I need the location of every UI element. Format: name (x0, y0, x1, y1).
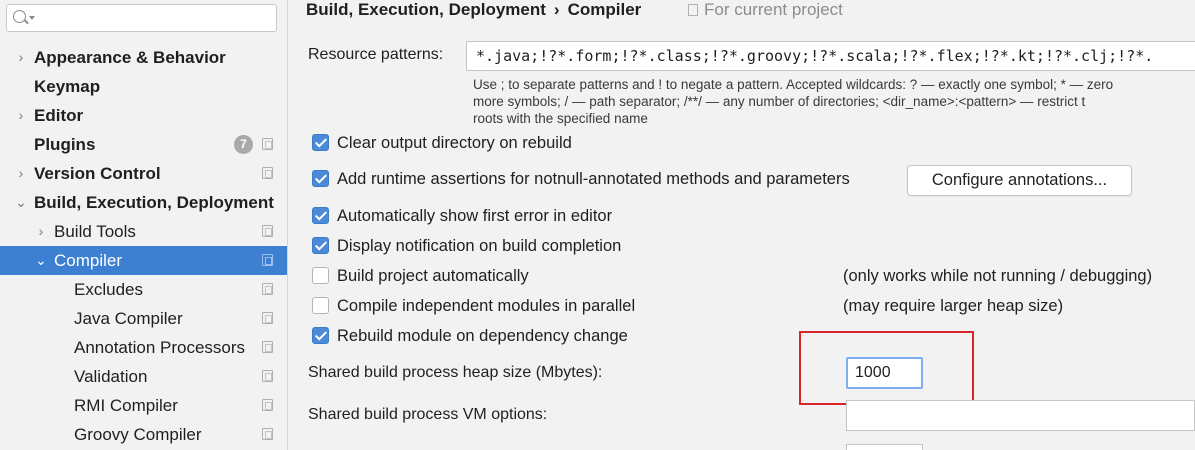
sidebar-item-plugins[interactable]: Plugins 7 (0, 130, 287, 159)
clear-output-checkbox[interactable] (312, 134, 329, 151)
sidebar-item-label: Build, Execution, Deployment (34, 193, 274, 212)
project-scope-icon (262, 312, 273, 324)
chevron-right-icon[interactable]: › (14, 159, 28, 188)
sidebar-item-label: Appearance & Behavior (34, 48, 226, 67)
clear-output-label: Clear output directory on rebuild (337, 134, 572, 152)
project-scope-icon (262, 167, 273, 179)
build-notification-checkbox[interactable] (312, 237, 329, 254)
parallel-compile-label: Compile independent modules in parallel (337, 297, 636, 315)
sidebar-item-version-control[interactable]: › Version Control (0, 159, 287, 188)
sidebar-item-appearance-behavior[interactable]: › Appearance & Behavior (0, 43, 287, 72)
sidebar-item-validation[interactable]: Validation (0, 362, 287, 391)
build-automatically-note: (only works while not running / debuggin… (843, 267, 1153, 285)
sidebar-item-build-execution-deployment[interactable]: ⌄ Build, Execution, Deployment (0, 188, 287, 217)
build-notification-label: Display notification on build completion (337, 237, 622, 255)
additional-input[interactable] (846, 444, 923, 450)
show-first-error-checkbox[interactable] (312, 207, 329, 224)
rebuild-on-dependency-label: Rebuild module on dependency change (337, 327, 628, 345)
sidebar-item-label: Java Compiler (74, 309, 183, 328)
sidebar-item-groovy-compiler[interactable]: Groovy Compiler (0, 420, 287, 449)
project-scope-icon (688, 4, 698, 16)
sidebar-item-label: Validation (74, 367, 148, 386)
breadcrumb-current: Compiler (567, 0, 642, 19)
resource-patterns-hint: roots with the specified name (473, 111, 648, 126)
sidebar-item-excludes[interactable]: Excludes (0, 275, 287, 304)
project-scope-icon (262, 254, 273, 266)
parallel-compile-checkbox[interactable] (312, 297, 329, 314)
sidebar-item-editor[interactable]: › Editor (0, 101, 287, 130)
resource-patterns-hint: Use ; to separate patterns and ! to nega… (473, 77, 1114, 92)
configure-annotations-button[interactable]: Configure annotations... (907, 165, 1132, 196)
highlight-box (799, 331, 974, 405)
compiler-settings-panel: Build, Execution, Deployment › Compiler Fo… (289, 0, 1195, 450)
sidebar-item-java-compiler[interactable]: Java Compiler (0, 304, 287, 333)
chevron-down-icon[interactable] (29, 16, 35, 20)
heap-size-label: Shared build process heap size (Mbytes): (308, 364, 603, 381)
project-scope-icon (262, 399, 273, 411)
project-scope-text: For current project (704, 0, 843, 19)
sidebar-item-keymap[interactable]: Keymap (0, 72, 287, 101)
update-count-badge: 7 (234, 135, 253, 154)
project-scope-icon (262, 341, 273, 353)
rebuild-on-dependency-checkbox[interactable] (312, 327, 329, 344)
chevron-down-icon[interactable]: ⌄ (14, 188, 28, 217)
resource-patterns-hint: more symbols; / — path separator; /**/ —… (473, 94, 1086, 109)
build-automatically-label: Build project automatically (337, 267, 529, 285)
sidebar-item-label: Editor (34, 106, 84, 125)
build-automatically-checkbox[interactable] (312, 267, 329, 284)
runtime-assertions-label: Add runtime assertions for notnull-annot… (337, 170, 850, 188)
project-scope-label: For current project (688, 0, 843, 20)
search-icon (13, 10, 26, 23)
sidebar-item-label: Version Control (34, 164, 161, 183)
sidebar-item-label: Groovy Compiler (74, 425, 202, 444)
sidebar-item-label: Keymap (34, 77, 101, 96)
sidebar-item-rmi-compiler[interactable]: RMI Compiler (0, 391, 287, 420)
project-scope-icon (262, 283, 273, 295)
sidebar-item-label: RMI Compiler (74, 396, 178, 415)
vm-options-input[interactable] (846, 400, 1195, 431)
resource-patterns-input[interactable]: *.java;!?*.form;!?*.class;!?*.groovy;!?*… (466, 41, 1195, 71)
vm-options-label: Shared build process VM options: (308, 406, 548, 423)
sidebar-item-label: Build Tools (54, 222, 136, 241)
sidebar-item-compiler[interactable]: ⌄ Compiler (0, 246, 287, 275)
parallel-compile-note: (may require larger heap size) (843, 297, 1064, 315)
chevron-right-icon[interactable]: › (14, 101, 28, 130)
breadcrumb-parent: Build, Execution, Deployment (306, 0, 546, 19)
search-input[interactable] (6, 4, 277, 32)
sidebar-item-label: Annotation Processors (74, 338, 246, 357)
chevron-right-icon[interactable]: › (34, 217, 48, 246)
breadcrumb-separator: › (553, 0, 560, 19)
show-first-error-label: Automatically show first error in editor (337, 207, 613, 225)
sidebar-item-label: Compiler (54, 251, 123, 270)
sidebar-item-label: Plugins (34, 135, 96, 154)
project-scope-icon (262, 225, 273, 237)
project-scope-icon (262, 370, 273, 382)
runtime-assertions-checkbox[interactable] (312, 170, 329, 187)
settings-sidebar: › Appearance & Behavior Keymap › Editor … (0, 0, 288, 450)
sidebar-item-build-tools[interactable]: › Build Tools (0, 217, 287, 246)
sidebar-item-annotation-processors[interactable]: Annotation Processors (0, 333, 287, 362)
chevron-right-icon[interactable]: › (14, 43, 28, 72)
project-scope-icon (262, 428, 273, 440)
chevron-down-icon[interactable]: ⌄ (34, 246, 48, 275)
breadcrumb: Build, Execution, Deployment › Compiler (306, 0, 641, 22)
resource-patterns-label: Resource patterns: (308, 46, 444, 63)
sidebar-item-label: Excludes (74, 280, 143, 299)
project-scope-icon (262, 138, 273, 150)
